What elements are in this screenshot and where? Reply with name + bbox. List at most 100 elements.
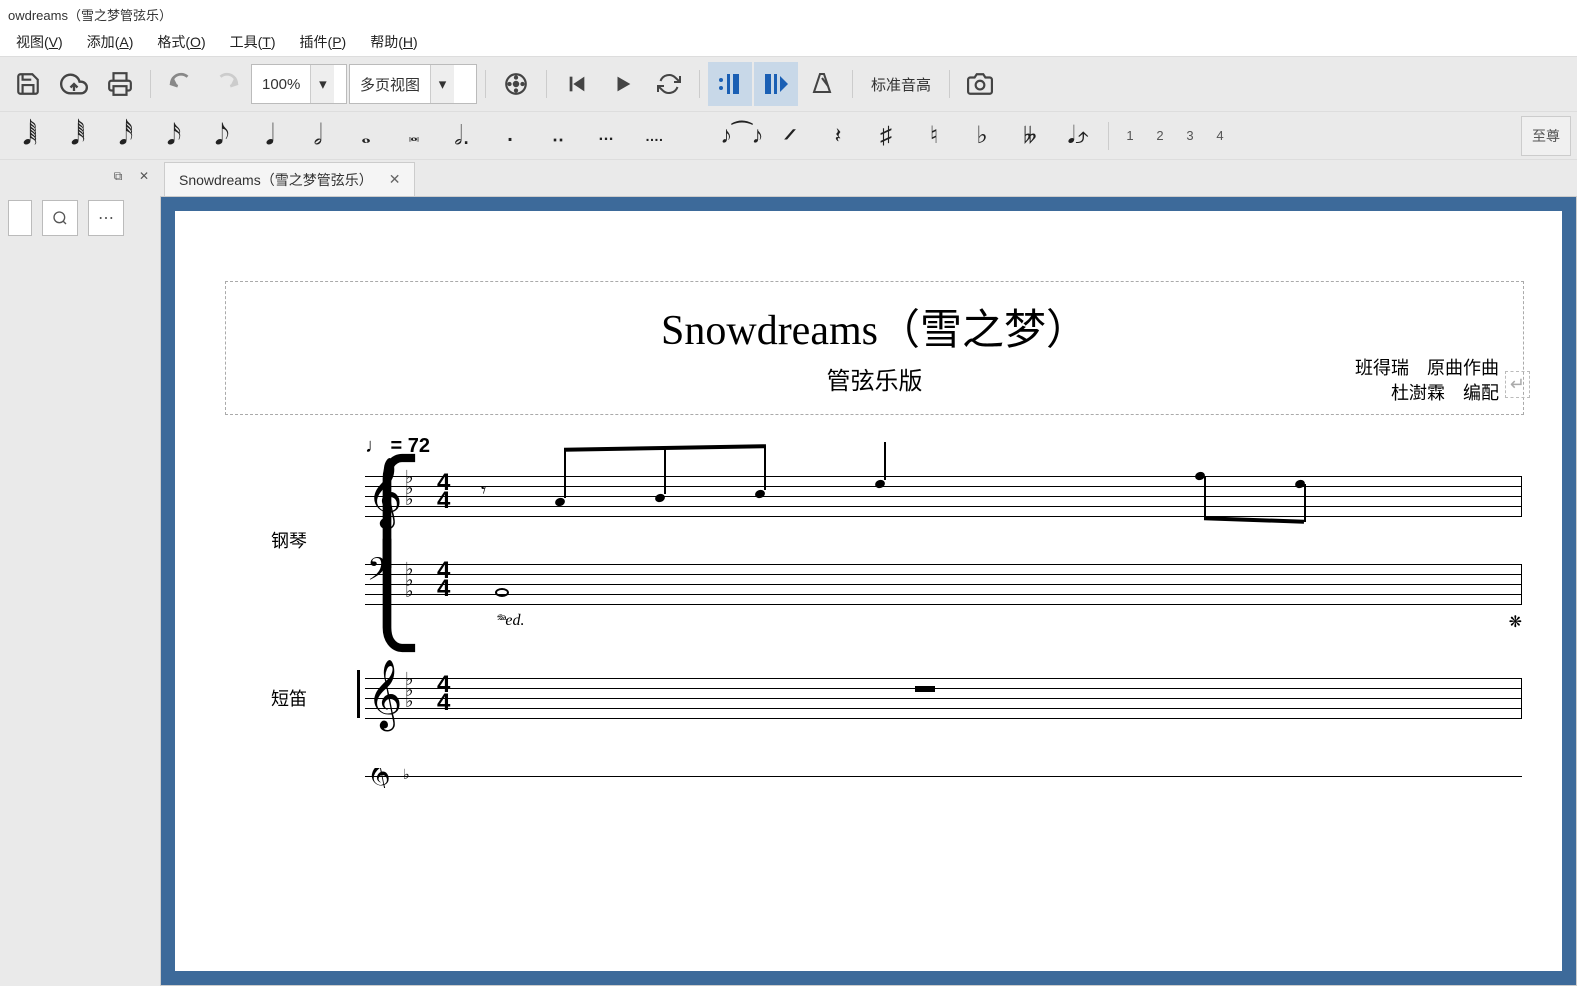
repeat-end-button[interactable] (754, 62, 798, 106)
note[interactable] (874, 479, 886, 490)
note-quarter[interactable]: 𝅘𝅥 (246, 116, 294, 156)
menu-bar: 视图(V) 添加(A) 格式(O) 工具(T) 插件(P) 帮助(H) (0, 28, 1577, 56)
slur-button[interactable]: 𝄍 (766, 116, 814, 156)
title-bar: owdreams（雪之梦管弦乐） (0, 0, 1577, 28)
tempo-marking[interactable]: ♩ = 72 (365, 435, 1542, 458)
pedal-release-icon: ❋ (1509, 612, 1522, 632)
staff-piano-bass[interactable]: 𝄢 ♭♭♭ 44 𝆮ed. ❋ (325, 560, 1542, 608)
note-half[interactable]: 𝅗𝅥 (294, 116, 342, 156)
note-32nd[interactable]: 𝅘𝅥𝅱 (54, 116, 102, 156)
document-tab[interactable]: Snowdreams（雪之梦管弦乐） ✕ (164, 162, 415, 196)
instrument-label-piano: 钢琴 (225, 527, 325, 553)
dot-2[interactable]: ‥ (534, 116, 582, 156)
flip-button[interactable]: 𝅘𝅥⤴ (1054, 116, 1102, 156)
voice-3[interactable]: 3 (1177, 123, 1203, 149)
menu-view[interactable]: 视图(V) (4, 28, 75, 56)
whole-note[interactable] (495, 588, 509, 597)
rest-button[interactable]: 𝄽 (814, 116, 862, 156)
system-piccolo: 短笛 𝄞 ♭♭♭ 44 (225, 666, 1542, 730)
staff-piano-treble[interactable]: 𝄞 ♭♭♭ 44 𝄾 (325, 472, 1542, 520)
score-subtitle: 管弦乐版 (246, 361, 1503, 396)
note-whole[interactable]: 𝅝 (342, 116, 390, 156)
sharp-button[interactable]: ♯ (862, 116, 910, 156)
treble-clef-icon: 𝄞 (367, 768, 391, 788)
whole-rest (915, 686, 935, 692)
time-signature: 44 (437, 562, 450, 598)
note-8th[interactable]: 𝅘𝅥𝅯 (150, 116, 198, 156)
linebreak-marker[interactable]: ↵ (1505, 371, 1530, 398)
note[interactable] (754, 489, 766, 500)
dot-4[interactable]: …. (630, 116, 678, 156)
screenshot-button[interactable] (958, 62, 1002, 106)
metronome-button[interactable] (800, 62, 844, 106)
menu-plugins[interactable]: 插件(P) (288, 28, 359, 56)
dot-1[interactable]: . (486, 116, 534, 156)
dropdown-arrow-icon: ▾ (310, 65, 334, 103)
score-view[interactable]: Snowdreams（雪之梦） 管弦乐版 班得瑞 原曲作曲 杜澍霖 编配 ↵ ♩… (160, 196, 1577, 986)
title-frame[interactable]: Snowdreams（雪之梦） 管弦乐版 班得瑞 原曲作曲 杜澍霖 编配 (225, 281, 1524, 415)
close-panel-icon[interactable]: ✕ (134, 166, 154, 186)
system-piano: 钢琴 ⎧⎩ 𝄞 ♭♭♭ 44 𝄾 (225, 464, 1542, 616)
loop-button[interactable] (647, 62, 691, 106)
print-button[interactable] (98, 62, 142, 106)
treble-clef-icon: 𝄞 (367, 458, 402, 527)
time-signature: 44 (437, 474, 450, 510)
undock-icon[interactable]: ⧉ (108, 166, 128, 186)
save-button[interactable] (6, 62, 50, 106)
natural-button[interactable]: ♮ (910, 116, 958, 156)
mixer-button[interactable] (494, 62, 538, 106)
premium-button[interactable]: 至尊 (1521, 116, 1571, 156)
key-signature: ♭♭♭ (405, 674, 414, 706)
left-panel: ⧉ ✕ ⋯ (0, 160, 160, 986)
flat-button[interactable]: ♭ (958, 116, 1006, 156)
instrument-label-piccolo: 短笛 (225, 685, 325, 711)
undo-button[interactable] (159, 62, 203, 106)
note-16th[interactable]: 𝅘𝅥𝅰 (102, 116, 150, 156)
staff-piccolo[interactable]: 𝄞 ♭♭♭ 44 (325, 674, 1542, 722)
note-64th[interactable]: 𝅘𝅥𝅲 (6, 116, 54, 156)
staff-partial[interactable]: 𝄞 ♭ (325, 768, 1542, 788)
menu-help[interactable]: 帮助(H) (358, 28, 429, 56)
double-flat-button[interactable]: 𝄫 (1006, 116, 1054, 156)
dropdown-arrow-icon: ▾ (430, 65, 454, 103)
voice-1[interactable]: 1 (1117, 123, 1143, 149)
menu-format[interactable]: 格式(O) (145, 28, 217, 56)
view-mode-combo[interactable]: 多页视图 ▾ (349, 64, 477, 104)
key-signature: ♭♭♭ (405, 472, 414, 504)
treble-clef-icon: 𝄞 (367, 660, 402, 729)
zoom-combo[interactable]: 100% ▾ (251, 64, 347, 104)
zoom-value: 100% (262, 76, 300, 93)
tie-button[interactable]: ♪⁀♪ (718, 116, 766, 156)
note[interactable] (654, 493, 666, 504)
tab-close-icon[interactable]: ✕ (389, 171, 401, 188)
cloud-button[interactable] (52, 62, 96, 106)
search-button[interactable] (42, 200, 78, 236)
eighth-rest: 𝄾 (481, 480, 486, 503)
rewind-button[interactable] (555, 62, 599, 106)
voice-2[interactable]: 2 (1147, 123, 1173, 149)
note-toolbar: 𝅘𝅥𝅲 𝅘𝅥𝅱 𝅘𝅥𝅰 𝅘𝅥𝅯 𝅘𝅥𝅮 𝅘𝅥 𝅗𝅥 𝅝 𝅜 𝅗𝅥. . ‥ … … (0, 112, 1577, 160)
main-toolbar: 100% ▾ 多页视图 ▾ 标准音高 (0, 56, 1577, 112)
view-mode-value: 多页视图 (360, 74, 420, 95)
tab-label: Snowdreams（雪之梦管弦乐） (179, 170, 373, 190)
play-button[interactable] (601, 62, 645, 106)
pedal-marking: 𝆮ed. (495, 612, 525, 630)
more-button[interactable]: ⋯ (88, 200, 124, 236)
dot-3[interactable]: … (582, 116, 630, 156)
note[interactable] (554, 497, 566, 508)
menu-add[interactable]: 添加(A) (75, 28, 146, 56)
tab-bar: Snowdreams（雪之梦管弦乐） ✕ (160, 160, 1577, 196)
score-page: Snowdreams（雪之梦） 管弦乐版 班得瑞 原曲作曲 杜澍霖 编配 ↵ ♩… (175, 211, 1562, 971)
key-signature: ♭♭♭ (405, 564, 414, 596)
time-signature: 44 (437, 676, 450, 712)
note-8th-b[interactable]: 𝅘𝅥𝅮 (198, 116, 246, 156)
voice-4[interactable]: 4 (1207, 123, 1233, 149)
redo-button[interactable] (205, 62, 249, 106)
repeat-start-button[interactable] (708, 62, 752, 106)
menu-tools[interactable]: 工具(T) (218, 28, 288, 56)
note-dotted-half[interactable]: 𝅗𝅥. (438, 116, 486, 156)
window-title: owdreams（雪之梦管弦乐） (8, 5, 172, 24)
note-breve[interactable]: 𝅜 (390, 116, 438, 156)
score-credits: 班得瑞 原曲作曲 杜澍霖 编配 (1355, 356, 1499, 406)
panel-dropdown[interactable] (8, 200, 32, 236)
